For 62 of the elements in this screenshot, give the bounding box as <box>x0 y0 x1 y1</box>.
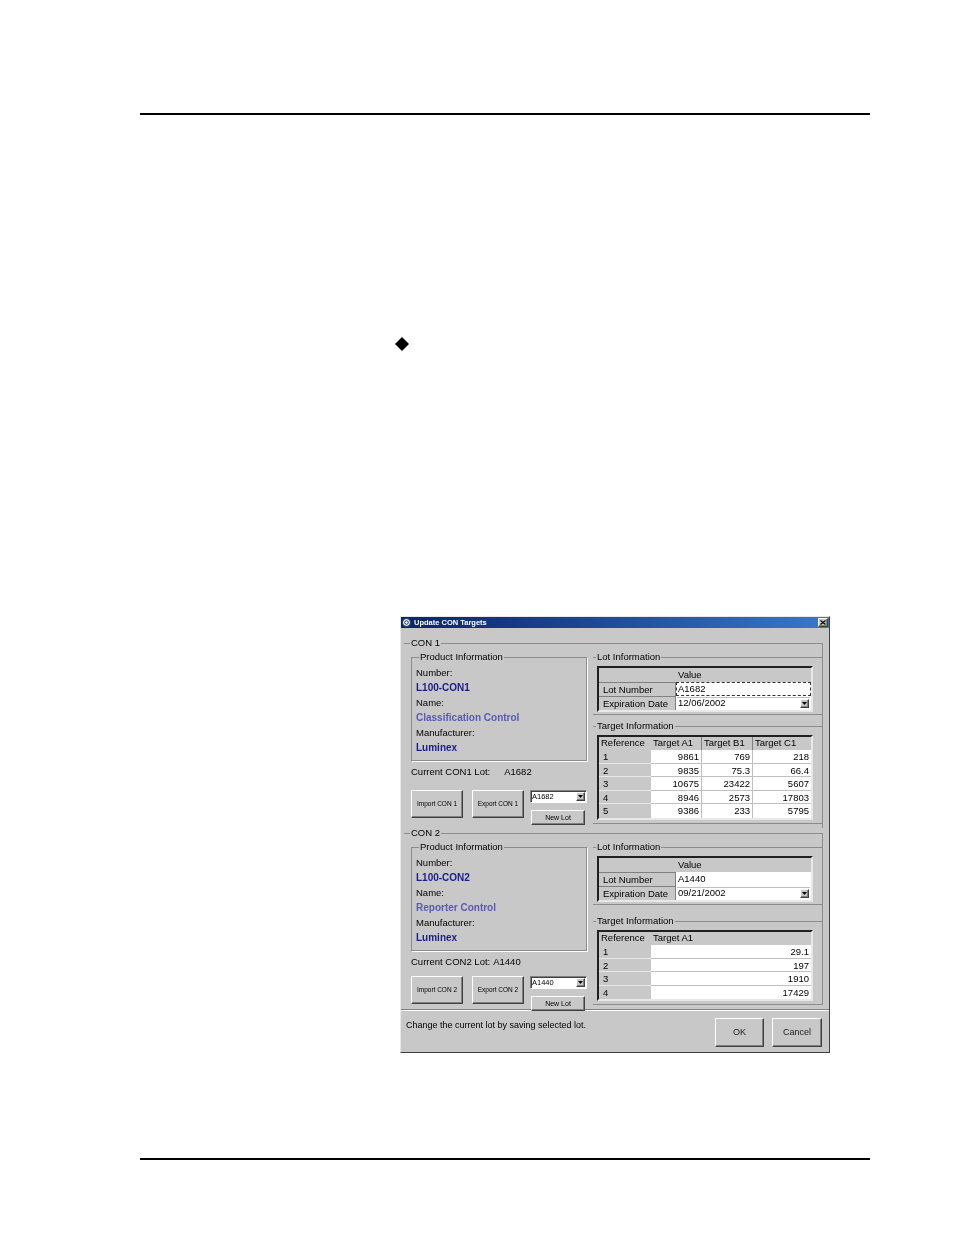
field-value: Classification Control <box>416 711 520 725</box>
current-lot-value: A1440 <box>493 956 521 968</box>
table-cell: 5607 <box>753 777 811 791</box>
field-label: Manufacturer: <box>416 726 475 740</box>
table-cell: 1910 <box>651 972 811 986</box>
row-header-cell-text: 4 <box>602 985 610 1000</box>
ok-button[interactable]: OK <box>715 1018 764 1047</box>
date-dropdown[interactable]: 09/21/2002 <box>676 886 811 900</box>
panel-title: Product Information <box>419 842 504 852</box>
close-icon <box>820 620 826 625</box>
table-cell: 233 <box>702 804 753 818</box>
current-lot-label: Current CON2 Lot: <box>411 956 491 968</box>
table-cell: 9386 <box>651 804 702 818</box>
close-button[interactable] <box>818 618 828 627</box>
section-title: Lot Information <box>596 652 662 662</box>
table-cell: 29.1 <box>651 945 811 959</box>
field-label: Number: <box>416 856 453 870</box>
caret-icon <box>578 795 583 798</box>
dropdown-button[interactable] <box>576 978 585 987</box>
field-value: L100-CON1 <box>416 681 470 695</box>
table-cell: 5795 <box>753 804 811 818</box>
field-label: Name: <box>416 886 444 900</box>
column-header: Value <box>677 668 703 682</box>
text-field[interactable]: A1440 <box>676 872 811 886</box>
dropdown-button[interactable] <box>576 792 585 801</box>
field-label: Number: <box>416 666 453 680</box>
dropdown-button[interactable] <box>800 888 809 898</box>
dropdown-button[interactable] <box>800 698 809 708</box>
app-icon <box>402 618 411 627</box>
row-header-cell-text: 5 <box>602 804 610 818</box>
section-title: Target Information <box>596 916 675 926</box>
caret-icon <box>802 891 807 895</box>
current-lot-value: A1682 <box>504 766 532 778</box>
cancel-button[interactable]: Cancel <box>772 1018 822 1047</box>
diamond-bullet-icon <box>395 337 409 351</box>
field-value: Luminex <box>416 741 458 755</box>
caret-icon <box>802 701 807 705</box>
column-header: Target C1 <box>754 737 798 750</box>
table-cell: 769 <box>702 750 753 764</box>
field-value: Luminex <box>416 931 458 945</box>
column-header: Reference <box>600 932 646 945</box>
field-value: Reporter Control <box>416 901 496 915</box>
table-cell: 10675 <box>651 777 702 791</box>
column-header: Target A1 <box>652 932 695 945</box>
field-label: Manufacturer: <box>416 916 475 930</box>
group-title: CON 1 <box>410 638 442 648</box>
section-title: Target Information <box>596 721 675 731</box>
table-cell: 9861 <box>651 750 702 764</box>
column-header: Value <box>677 858 703 872</box>
field-value: L100-CON2 <box>416 871 470 885</box>
current-lot-label: Current CON1 Lot: <box>411 766 491 778</box>
panel-title: Product Information <box>419 652 504 662</box>
column-header: Reference <box>600 737 646 750</box>
text-field[interactable]: A1682 <box>676 682 811 696</box>
table-cell: 218 <box>753 750 811 764</box>
field-label: Name: <box>416 696 444 710</box>
table-cell: 23422 <box>702 777 753 791</box>
date-dropdown[interactable]: 12/06/2002 <box>676 696 811 710</box>
group-title: CON 2 <box>410 828 442 838</box>
section-title: Lot Information <box>596 842 662 852</box>
caret-icon <box>578 981 583 984</box>
status-text: Change the current lot by saving selected lot. <box>406 1019 587 1031</box>
